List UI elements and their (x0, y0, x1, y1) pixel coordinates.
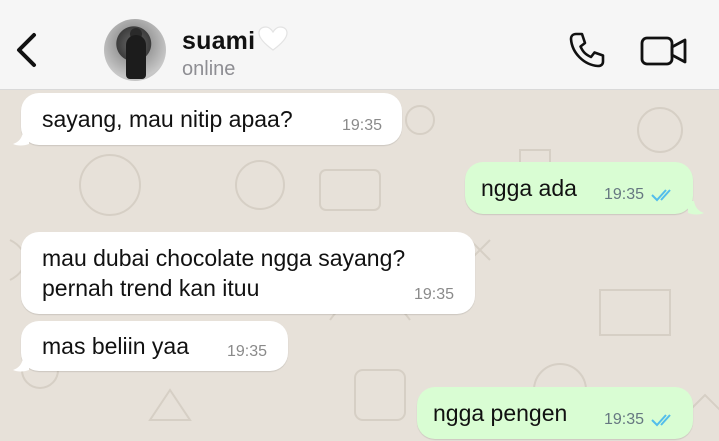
message-time: 19:35 (604, 186, 645, 203)
bubble-tail (13, 132, 29, 146)
message-bubble[interactable]: ngga pengen 19:35 (417, 387, 693, 439)
message-text: mas beliin yaa (42, 333, 190, 359)
chevron-left-icon[interactable] (10, 30, 44, 70)
message-time: 19:35 (604, 411, 645, 428)
bubble-tail (688, 201, 704, 215)
message-bubble[interactable]: sayang, mau nitip apaa? 19:35 (21, 93, 402, 145)
read-receipt-icon (651, 414, 671, 427)
message-bubble[interactable]: mau dubai chocolate ngga sayang? pernah … (21, 232, 475, 314)
contact-name[interactable]: suami (182, 26, 288, 56)
message-time: 19:35 (227, 343, 268, 360)
message-time: 19:35 (342, 117, 383, 134)
message-list[interactable]: sayang, mau nitip apaa? 19:35 ngga ada 1… (0, 90, 719, 441)
message-text: sayang, mau nitip apaa? (42, 106, 293, 132)
message-text: ngga pengen (433, 400, 568, 426)
read-receipt-icon (651, 189, 671, 202)
video-camera-icon[interactable] (640, 36, 688, 66)
phone-icon[interactable] (568, 31, 606, 69)
contact-status: online (182, 58, 236, 80)
message-text: mau dubai chocolate ngga sayang? pernah … (42, 245, 406, 301)
message-bubble[interactable]: mas beliin yaa 19:35 (21, 321, 288, 371)
message-bubble[interactable]: ngga ada 19:35 (465, 162, 693, 214)
bubble-tail (13, 358, 29, 372)
message-text: ngga ada (481, 175, 577, 201)
message-time: 19:35 (414, 286, 455, 303)
chat-header: suami online (0, 0, 719, 90)
avatar[interactable] (104, 19, 166, 81)
white-heart-icon (258, 26, 288, 51)
